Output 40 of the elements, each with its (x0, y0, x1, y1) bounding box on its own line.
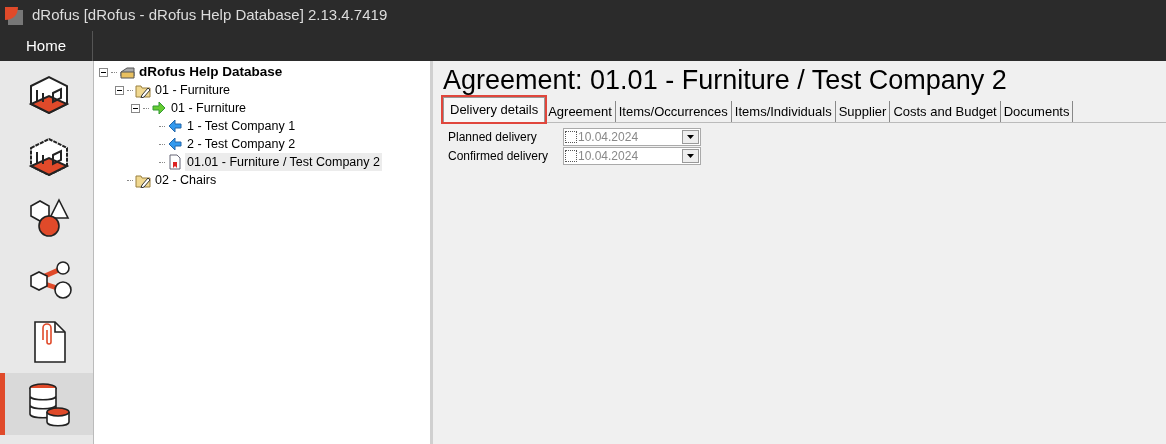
window-title: dRofus [dRofus - dRofus Help Database] 2.13.4.7419 (32, 5, 388, 26)
tab[interactable]: Items/Occurrences (615, 101, 732, 122)
dropdown-button[interactable] (682, 130, 699, 144)
document-icon (167, 154, 183, 170)
checkbox[interactable] (565, 131, 577, 143)
tab[interactable]: Delivery details (443, 97, 546, 122)
date-field[interactable]: 10.04.2024 (563, 128, 701, 146)
database-icon (119, 64, 135, 80)
date-field[interactable]: 10.04.2024 (563, 147, 701, 165)
folder-icon (135, 82, 151, 98)
collapse-toggle[interactable] (131, 103, 140, 113)
app-logo-icon (4, 5, 24, 26)
agreement-heading: Agreement: 01.01 - Furniture / Test Company 2 (443, 64, 1008, 97)
tree-item[interactable]: 01.01 - Furniture / Test Company 2 (185, 152, 382, 172)
arrow-right-icon (151, 100, 167, 116)
collapse-toggle[interactable] (99, 67, 108, 77)
tab[interactable]: Agreement (545, 101, 616, 122)
tab[interactable]: Items/Individuals (731, 101, 836, 122)
tab[interactable]: Supplier (835, 101, 891, 122)
arrow-left-icon (167, 136, 183, 152)
tab[interactable]: Costs and Budget (890, 101, 1001, 122)
folder-icon (135, 172, 151, 188)
tab[interactable]: Documents (1000, 101, 1074, 122)
tree-item[interactable]: 2 - Test Company 2 (185, 134, 298, 154)
checkbox[interactable] (565, 150, 577, 162)
field-label: Planned delivery (448, 129, 538, 146)
date-value: 10.04.2024 (578, 148, 640, 165)
caret-icon (687, 154, 694, 158)
arrow-left-icon (167, 118, 183, 134)
tree-item[interactable]: 1 - Test Company 1 (185, 116, 298, 136)
tree-item[interactable]: 01 - Furniture (169, 98, 249, 118)
caret-icon (687, 135, 694, 139)
date-value: 10.04.2024 (578, 129, 640, 146)
tree-item[interactable]: dRofus Help Database (137, 61, 285, 83)
tree-item[interactable]: 02 - Chairs (153, 170, 219, 190)
field-label: Confirmed delivery (448, 148, 550, 165)
dropdown-button[interactable] (682, 149, 699, 163)
collapse-toggle[interactable] (115, 85, 124, 95)
sidebar-item[interactable] (0, 373, 93, 435)
tree-item[interactable]: 01 - Furniture (153, 80, 233, 100)
